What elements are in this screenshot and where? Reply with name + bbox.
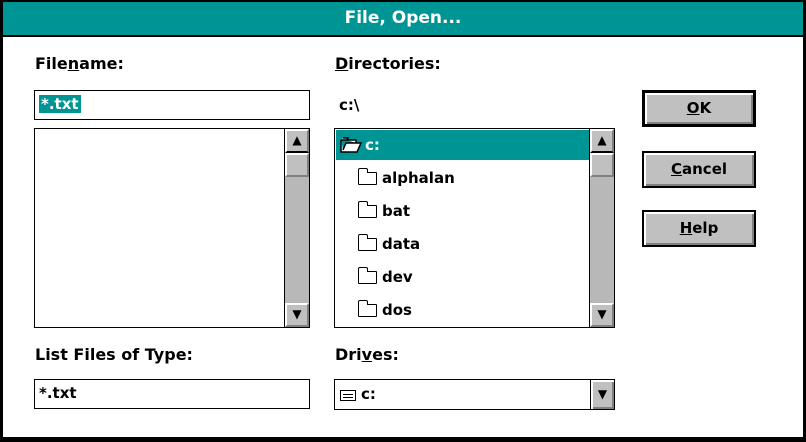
file-list-scrollbar[interactable]: ▲ ▼ [284, 129, 309, 327]
directory-item-label: dos [382, 301, 412, 319]
folder-icon [358, 300, 377, 317]
current-directory-path: c:\ [339, 96, 360, 114]
folder-icon [358, 267, 377, 284]
filename-label: Filename: [35, 54, 124, 73]
directory-list-scrollbar[interactable]: ▲ ▼ [589, 129, 614, 327]
dialog-title: File, Open... [3, 2, 803, 37]
filename-input[interactable]: *.txt [34, 90, 310, 120]
directory-item-label: bat [382, 202, 411, 220]
scroll-thumb[interactable] [285, 153, 309, 177]
directory-item-label: c: [365, 136, 380, 154]
directory-item-label: alphalan [382, 169, 455, 187]
scroll-down-arrow-icon[interactable]: ▼ [590, 303, 614, 327]
help-button[interactable]: Help [642, 210, 756, 247]
file-open-dialog: File, Open... Filename: *.txt ▲ ▼ Direct… [0, 0, 806, 442]
drive-icon [340, 390, 356, 401]
scroll-up-arrow-icon[interactable]: ▲ [590, 129, 614, 153]
scroll-down-arrow-icon[interactable]: ▼ [285, 303, 309, 327]
file-type-combo[interactable]: *.txt [34, 379, 310, 409]
directory-list[interactable]: c: alphalan bat data dev dos ▲ ▼ [334, 128, 615, 328]
file-type-value: *.txt [39, 384, 77, 402]
drives-label: Drives: [335, 345, 399, 364]
directories-label: Directories: [335, 54, 441, 73]
file-type-label: List Files of Type: [35, 345, 193, 364]
scroll-thumb[interactable] [590, 153, 614, 177]
directory-item-data[interactable]: data [336, 229, 590, 259]
filename-value: *.txt [39, 95, 81, 113]
directory-item-c[interactable]: c: [336, 130, 590, 160]
ok-button[interactable]: OK [642, 90, 756, 127]
drives-combo[interactable]: c: ▼ [334, 379, 615, 410]
folder-icon [358, 201, 377, 218]
scroll-up-arrow-icon[interactable]: ▲ [285, 129, 309, 153]
directory-item-alphalan[interactable]: alphalan [336, 163, 590, 193]
directory-item-bat[interactable]: bat [336, 196, 590, 226]
file-list[interactable]: ▲ ▼ [34, 128, 310, 328]
directory-item-dev[interactable]: dev [336, 262, 590, 292]
cancel-button[interactable]: Cancel [642, 151, 756, 188]
directory-item-label: data [382, 235, 421, 253]
directory-item-dos[interactable]: dos [336, 295, 590, 325]
drives-value: c: [361, 385, 376, 403]
dropdown-arrow-icon[interactable]: ▼ [590, 380, 614, 409]
folder-icon [358, 168, 377, 185]
folder-icon [358, 234, 377, 251]
directory-item-label: dev [382, 268, 413, 286]
